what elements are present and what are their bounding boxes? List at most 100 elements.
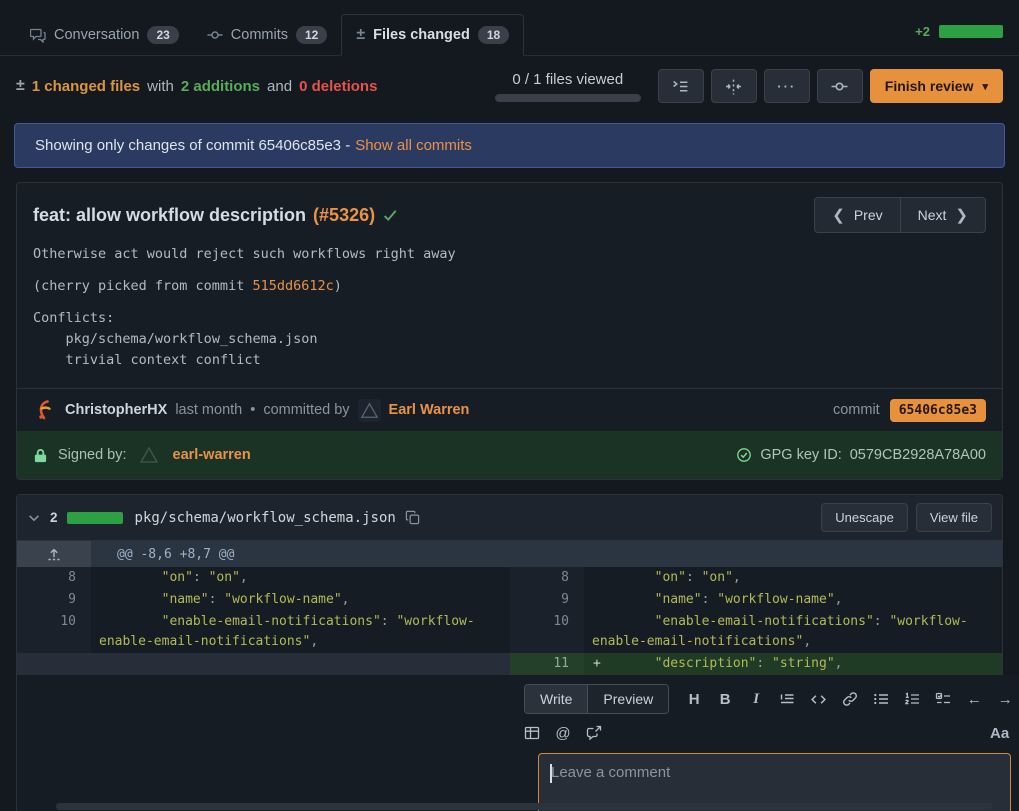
commit-sha-badge[interactable]: 65406c85e3 [890, 399, 986, 422]
files-viewed-progress: 0 / 1 files viewed [495, 71, 641, 102]
expand-up-icon [46, 546, 62, 562]
diff-icon: ± [16, 77, 25, 95]
link-icon[interactable] [842, 689, 858, 709]
arrow-left-icon[interactable]: ← [966, 689, 982, 709]
file-lines-changed: 2 [50, 510, 58, 525]
file-diff-box: 2 pkg/schema/workflow_schema.json Unesca… [16, 494, 1003, 811]
diff-row[interactable]: 10 "enable-email-notifications": "workfl… [17, 611, 1002, 653]
diffstat-added-label: +2 [915, 24, 930, 39]
italic-icon[interactable]: I [748, 689, 764, 709]
code-line-left[interactable]: "enable-email-notifications": "workflow-… [91, 611, 510, 653]
diff-row[interactable]: 8 "on": "on", 8 "on": "on", [17, 567, 1002, 589]
file-tree-button[interactable] [658, 69, 704, 103]
commit-author-row: ChristopherHX last month • committed by … [17, 388, 1002, 431]
added-code-text: "description": "string", [592, 656, 842, 671]
code-line-right[interactable]: "enable-email-notifications": "workflow-… [584, 611, 1002, 653]
line-number-left[interactable]: 9 [17, 589, 91, 611]
committer-name[interactable]: Earl Warren [389, 402, 470, 418]
changed-files-count: 1 changed files [32, 78, 140, 95]
diff-toolbar: 0 / 1 files viewed ··· Finish review ▾ [495, 69, 1003, 103]
cherry-pick-hash-link[interactable]: 515dd6612c [252, 278, 333, 294]
code-line-right[interactable]: "on": "on", [584, 567, 1002, 589]
arrow-right-icon[interactable]: → [997, 689, 1013, 709]
signer-name[interactable]: earl-warren [173, 447, 251, 463]
avatar-christopherhx[interactable] [33, 398, 57, 422]
editor-mode-tabs: Write Preview [524, 684, 669, 714]
tab-files-changed-label: Files changed [373, 27, 470, 43]
markdown-toolbar: H B I [686, 689, 1013, 709]
code-line-right-added[interactable]: + "description": "string", [584, 653, 1002, 675]
comment-editor: Write Preview H B I [510, 675, 1019, 811]
file-name[interactable]: pkg/schema/workflow_schema.json [135, 510, 396, 526]
verified-seal-icon [736, 447, 752, 463]
avatar-earl-warren[interactable] [358, 399, 381, 422]
file-actions: Unescape View file [821, 503, 992, 532]
bold-icon[interactable]: B [717, 689, 733, 709]
diff-view-style-button[interactable] [711, 69, 757, 103]
code-line-left[interactable]: "on": "on", [91, 567, 510, 589]
diff-options-button[interactable]: ··· [764, 69, 810, 103]
code-line-left[interactable]: "name": "workflow-name", [91, 589, 510, 611]
files-changed-count-badge: 18 [478, 26, 509, 44]
chevron-left-icon: ❮ [832, 206, 845, 224]
line-number-left[interactable]: 10 [17, 611, 91, 653]
files-viewed-progressbar [495, 94, 641, 102]
tab-commits-label: Commits [231, 27, 288, 43]
author-name[interactable]: ChristopherHX [65, 402, 167, 418]
line-number-right[interactable]: 9 [510, 589, 584, 611]
font-toggle-button[interactable]: Aa [990, 725, 1009, 742]
tab-write[interactable]: Write [525, 685, 587, 713]
heading-icon[interactable]: H [686, 689, 702, 709]
chevron-right-icon: ❯ [955, 206, 968, 224]
line-number-right[interactable]: 11 [510, 653, 584, 675]
table-icon[interactable] [524, 723, 540, 743]
avatar-signer[interactable] [137, 443, 161, 467]
select-commit-button[interactable] [817, 69, 863, 103]
line-number-right[interactable]: 10 [510, 611, 584, 653]
diff-row-added[interactable]: 11 + "description": "string", [17, 653, 1002, 675]
tab-commits[interactable]: Commits 12 [193, 15, 342, 55]
next-commit-button[interactable]: Next ❯ [901, 197, 986, 233]
issue-link[interactable]: (#5326) [313, 205, 375, 226]
commit-message: Otherwise act would reject such workflow… [17, 235, 1002, 388]
commit-filter-banner: Showing only changes of commit 65406c85e… [14, 123, 1005, 168]
unescape-button[interactable]: Unescape [821, 503, 908, 532]
addition-sign: + [593, 654, 601, 674]
diff-stats-text: ± 1 changed files with 2 additions and 0… [16, 77, 377, 95]
static-text: ) [334, 278, 342, 294]
list-task-icon[interactable] [935, 689, 951, 709]
pr-tab-bar: Conversation 23 Commits 12 ± Files chang… [0, 0, 1019, 56]
line-number-right[interactable]: 8 [510, 567, 584, 589]
list-unordered-icon[interactable] [873, 689, 889, 709]
expand-hunk-button[interactable] [17, 541, 91, 567]
prev-commit-button[interactable]: ❮ Prev [814, 197, 900, 233]
banner-text: Showing only changes of commit 65406c85e… [35, 137, 350, 154]
tab-conversation[interactable]: Conversation 23 [16, 15, 193, 55]
gpg-key-value: 0579CB2928A78A00 [850, 447, 986, 463]
additions-count: 2 additions [181, 78, 260, 95]
code-line-right[interactable]: "name": "workflow-name", [584, 589, 1002, 611]
tab-preview[interactable]: Preview [587, 685, 668, 713]
check-icon [382, 207, 399, 224]
finish-review-button[interactable]: Finish review ▾ [870, 69, 1003, 103]
commit-message-conflicts: Conflicts: pkg/schema/workflow_schema.js… [33, 308, 986, 371]
diff-icon: ± [356, 26, 365, 44]
tab-files-changed[interactable]: ± Files changed 18 [341, 14, 524, 56]
collapse-file-chevron-down-icon[interactable] [27, 511, 41, 525]
diffstat-summary: +2 [915, 24, 1003, 55]
horizontal-scrollbar[interactable] [56, 803, 993, 810]
file-diff-header: 2 pkg/schema/workflow_schema.json Unesca… [17, 495, 1002, 541]
commit-header: feat: allow workflow description (#5326)… [17, 183, 1002, 235]
file-tree-icon [672, 78, 689, 95]
show-all-commits-link[interactable]: Show all commits [355, 137, 472, 154]
list-ordered-icon[interactable] [904, 689, 920, 709]
view-file-button[interactable]: View file [916, 503, 992, 532]
copy-icon[interactable] [405, 510, 420, 525]
code-icon[interactable] [810, 689, 827, 709]
line-number-left[interactable]: 8 [17, 567, 91, 589]
reference-icon[interactable] [586, 723, 602, 743]
quote-icon[interactable] [779, 689, 795, 709]
mention-icon[interactable]: @ [555, 723, 571, 743]
caret-down-icon: ▾ [982, 80, 988, 93]
diff-row[interactable]: 9 "name": "workflow-name", 9 "name": "wo… [17, 589, 1002, 611]
